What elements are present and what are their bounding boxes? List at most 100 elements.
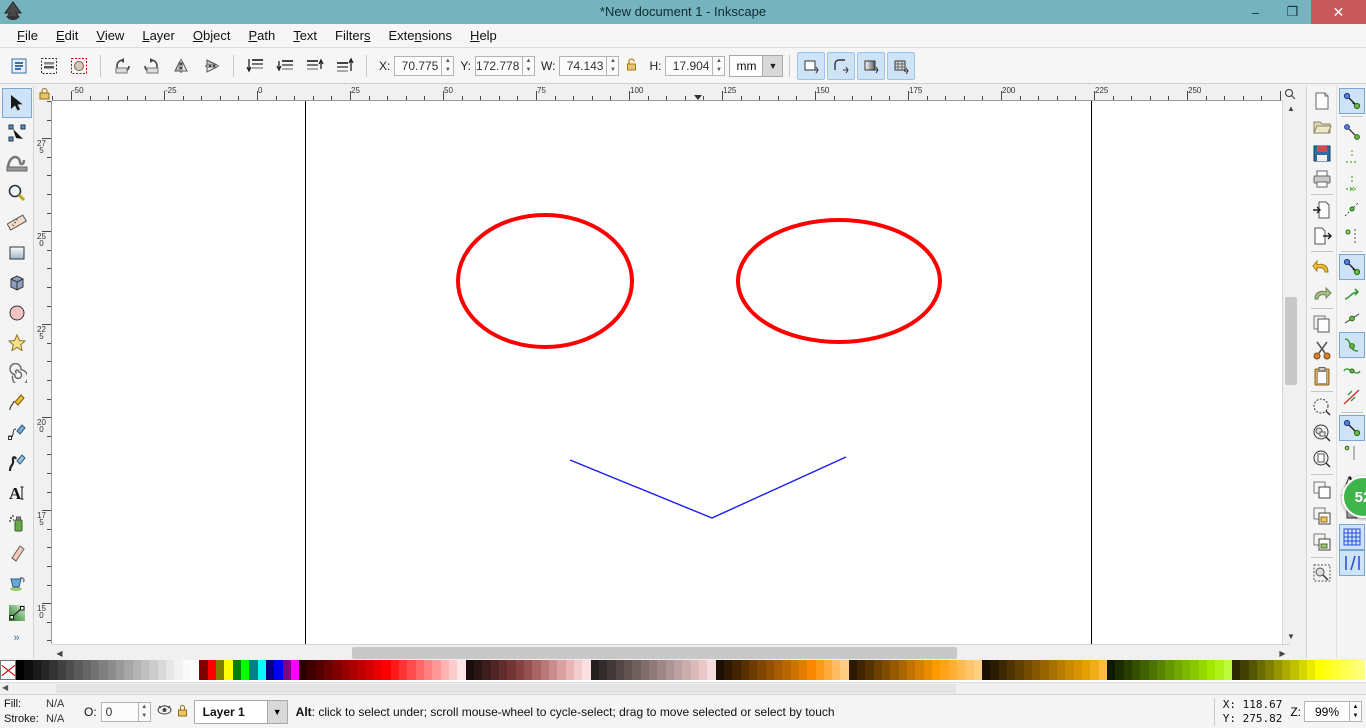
palette-swatch[interactable] [1074,660,1082,680]
ellipse-tool[interactable] [2,298,32,328]
palette-swatch[interactable] [749,660,757,680]
palette-swatch[interactable] [349,660,357,680]
palette-swatch[interactable] [741,660,749,680]
palette-swatch[interactable] [949,660,957,680]
width-step-down-icon[interactable]: ▼ [607,66,618,75]
palette-swatch[interactable] [1090,660,1098,680]
palette-swatch[interactable] [1115,660,1123,680]
pencil-tool[interactable] [2,388,32,418]
palette-swatch[interactable] [407,660,415,680]
palette-swatch[interactable] [24,660,32,680]
snap-cusp-node-button[interactable] [1339,332,1365,358]
rotate-ccw-button[interactable] [108,52,136,80]
palette-scrollbar[interactable]: ◀ [0,682,1366,694]
close-button[interactable]: ✕ [1311,0,1366,24]
palette-swatch[interactable] [1065,660,1073,680]
affect-patterns-button[interactable] [887,52,915,80]
height-input[interactable] [665,56,713,76]
palette-swatch[interactable] [532,660,540,680]
palette-swatch[interactable] [441,660,449,680]
height-stepper[interactable]: ▲ ▼ [713,56,725,76]
palette-swatch[interactable] [766,660,774,680]
new-document-button[interactable] [1309,88,1335,114]
palette-scroll-left-icon[interactable]: ◀ [2,683,8,692]
palette-swatch[interactable] [1357,660,1365,680]
palette-swatch[interactable] [183,660,191,680]
palette-swatch[interactable] [616,660,624,680]
snap-bbox-edge-button[interactable] [1339,145,1365,171]
menu-file[interactable]: File [8,26,47,45]
palette-swatch[interactable] [108,660,116,680]
palette-swatch[interactable] [682,660,690,680]
print-document-button[interactable] [1309,166,1335,192]
palette-swatch[interactable] [732,660,740,680]
palette-swatch[interactable] [1315,660,1323,680]
opacity-input[interactable] [101,702,139,722]
palette-swatch[interactable] [716,660,724,680]
palette-swatch[interactable] [241,660,249,680]
palette-swatch[interactable] [266,660,274,680]
palette-swatch[interactable] [324,660,332,680]
rectangle-tool[interactable] [2,238,32,268]
palette-swatch[interactable] [424,660,432,680]
palette-swatch[interactable] [224,660,232,680]
palette-swatch[interactable] [1307,660,1315,680]
palette-swatch[interactable] [457,660,465,680]
vertical-ruler[interactable]: 275250225200175150 [36,101,52,644]
palette-swatch[interactable] [216,660,224,680]
palette-swatch[interactable] [957,660,965,680]
palette-swatch[interactable] [482,660,490,680]
palette-swatch[interactable] [649,660,657,680]
opacity-step-up-icon[interactable]: ▲ [139,703,150,712]
menu-edit[interactable]: Edit [47,26,87,45]
width-step-up-icon[interactable]: ▲ [607,57,618,66]
palette-swatch[interactable] [1007,660,1015,680]
flip-vertical-button[interactable] [198,52,226,80]
ungroup-button[interactable] [1309,529,1335,555]
right-eye-ellipse[interactable] [738,220,940,342]
snap-guide-button[interactable] [1339,550,1365,576]
palette-swatch[interactable] [283,660,291,680]
palette-swatch[interactable] [491,660,499,680]
snap-grid-button[interactable] [1339,524,1365,550]
palette-scroll-thumb[interactable] [56,684,956,693]
palette-swatch[interactable] [1290,660,1298,680]
palette-swatch[interactable] [840,660,848,680]
eraser-tool[interactable] [2,538,32,568]
gradient-tool[interactable] [2,598,32,628]
palette-swatch[interactable] [807,660,815,680]
palette-swatches[interactable] [16,660,1366,680]
layer-selector[interactable]: Layer 1 ▼ [194,700,288,724]
menu-view[interactable]: View [87,26,133,45]
palette-swatch[interactable] [33,660,41,680]
snap-smooth-node-button[interactable] [1339,358,1365,384]
menu-extensions[interactable]: Extensions [379,26,461,45]
width-field[interactable]: ▲ ▼ [559,56,619,76]
rotate-cw-button[interactable] [138,52,166,80]
palette-swatch[interactable] [882,660,890,680]
lower-one-step-button[interactable] [271,52,299,80]
palette-swatch[interactable] [1182,660,1190,680]
vertical-scrollbar[interactable]: ▲ ▼ [1282,101,1298,644]
zoom-stepper[interactable]: ▲ ▼ [1350,701,1362,722]
minimize-button[interactable]: – [1237,0,1274,24]
palette-swatch[interactable] [990,660,998,680]
fill-stroke-indicator[interactable]: Fill: N/A Stroke: N/A [0,697,78,727]
deselect-button[interactable] [65,52,93,80]
palette-swatch[interactable] [332,660,340,680]
calligraphy-tool[interactable] [2,448,32,478]
palette-swatch[interactable] [999,660,1007,680]
palette-swatch[interactable] [141,660,149,680]
palette-swatch[interactable] [58,660,66,680]
selector-tool[interactable] [2,88,32,118]
palette-swatch[interactable] [874,660,882,680]
palette-swatch[interactable] [1165,660,1173,680]
palette-swatch[interactable] [591,660,599,680]
width-input[interactable] [559,56,607,76]
snap-path-button[interactable] [1339,280,1365,306]
palette-swatch[interactable] [1232,660,1240,680]
duplicate-button[interactable] [1309,477,1335,503]
palette-swatch[interactable] [791,660,799,680]
undo-button[interactable] [1309,254,1335,280]
palette-swatch[interactable] [341,660,349,680]
